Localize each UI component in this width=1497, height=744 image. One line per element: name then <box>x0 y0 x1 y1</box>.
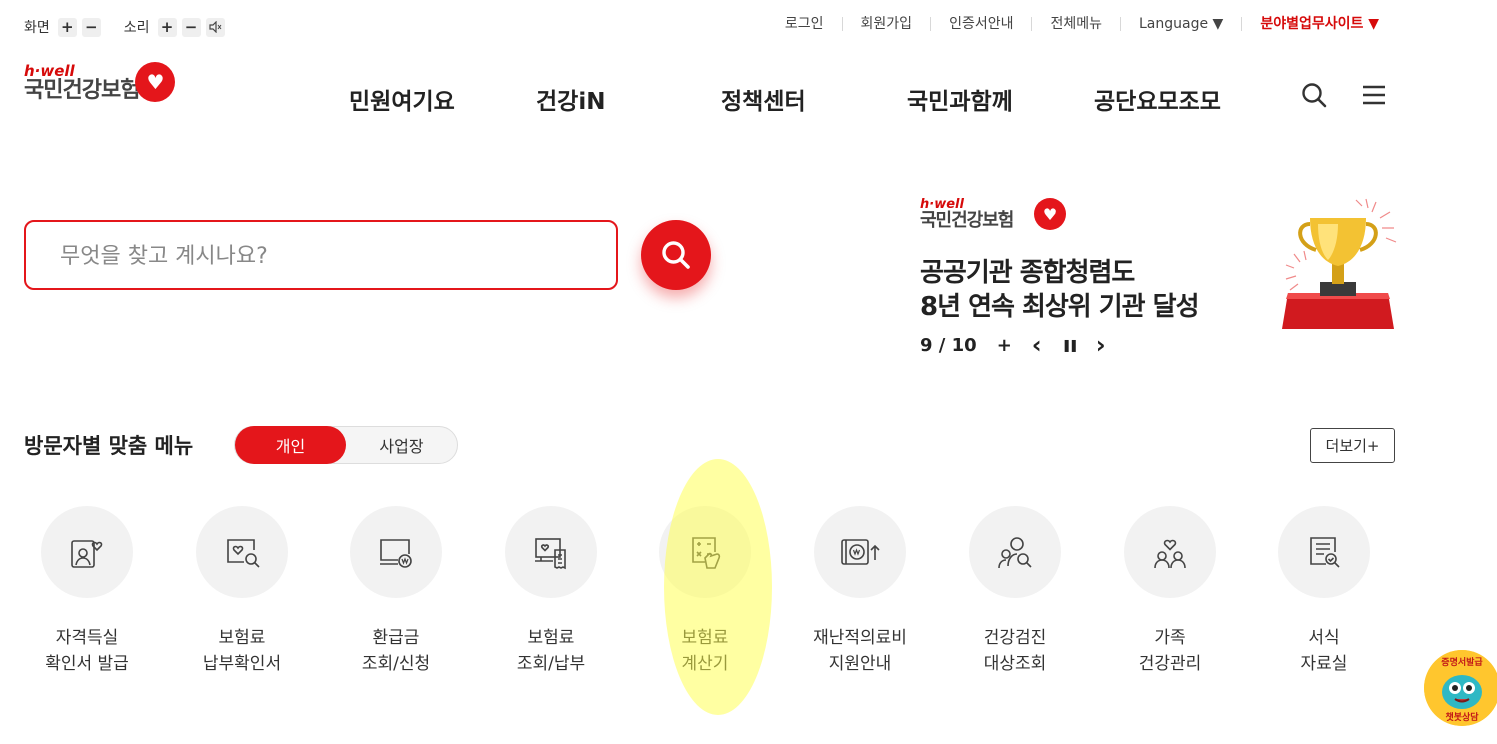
tab-personal[interactable]: 개인 <box>235 426 346 464</box>
quick-menu-family-health[interactable]: 가족건강관리 <box>1095 506 1245 677</box>
quick-menu-catastrophic-medical-support[interactable]: 재난적의료비지원안내 <box>785 506 935 677</box>
banner-plus-button[interactable]: + <box>997 335 1012 356</box>
volume-up-button[interactable]: + <box>157 17 177 37</box>
trophy-icon <box>1276 198 1402 330</box>
screen-zoom-in-button[interactable]: + <box>57 17 77 37</box>
utility-links: 로그인 회원가입 인증서안내 전체메뉴 Language ▼ 분야별업무사이트 … <box>767 17 1397 31</box>
chatbot-bottom-text: 챗봇상담 <box>1445 711 1479 723</box>
screen-size-label: 화면 <box>24 20 50 36</box>
chatbot-top-text: 증명서발급 <box>1441 656 1483 668</box>
volume-down-button[interactable]: − <box>181 17 201 37</box>
won-arrow-up-icon <box>814 506 906 598</box>
quick-menu-label: 서식 <box>1308 628 1340 648</box>
banner-next-button[interactable]: › <box>1096 331 1106 359</box>
quick-menu-label: 환급금 <box>372 628 420 648</box>
site-logo[interactable]: h·well 국민건강보험 ♥ <box>24 62 176 103</box>
quick-menu-label: 계산기 <box>681 654 729 674</box>
speaker-icon[interactable] <box>205 17 225 37</box>
search-box <box>24 220 618 290</box>
heart-logo-icon: ♥ <box>135 62 176 102</box>
logo-tagline: h·well <box>24 62 75 80</box>
quick-menu-label: 지원안내 <box>828 654 892 674</box>
quick-menu-label: 보험료 <box>527 628 575 648</box>
chatbot-character-icon: 증명서발급 챗봇상담 <box>1424 650 1497 726</box>
quick-menu-premium-payment-certificate[interactable]: 보험료납부확인서 <box>167 506 317 677</box>
more-button[interactable]: 더보기+ <box>1310 428 1395 463</box>
quick-menu-label: 납부확인서 <box>202 654 282 674</box>
logo-name: 국민건강보험 <box>24 78 140 103</box>
search-button[interactable] <box>641 220 711 290</box>
language-dropdown[interactable]: Language ▼ <box>1120 17 1241 31</box>
quick-menu-premium-inquiry[interactable]: 보험료조회/납부 <box>476 506 626 677</box>
banner-headline-1: 공공기관 종합청렴도 <box>920 258 1135 288</box>
search-input[interactable] <box>58 222 602 290</box>
promo-banner[interactable]: h·well 국민건강보험 ♥ 공공기관 종합청렴도 8년 연속 최상위 기관 … <box>920 198 1402 359</box>
tab-business[interactable]: 사업장 <box>346 427 457 463</box>
nav-about-nhis[interactable]: 공단요모조모 <box>1094 82 1221 116</box>
screen-zoom-out-button[interactable]: − <box>81 17 101 37</box>
quick-menu-forms-library[interactable]: 서식자료실 <box>1249 506 1399 677</box>
quick-menu-label: 조회/신청 <box>361 654 431 674</box>
quick-menu-label: 조회/납부 <box>516 654 586 674</box>
quick-menu-label: 보험료 <box>218 628 266 648</box>
search-icon[interactable] <box>1299 80 1329 110</box>
people-search-icon <box>969 506 1061 598</box>
field-site-dropdown[interactable]: 분야별업무사이트 ▼ <box>1241 17 1397 31</box>
banner-headline-2: 8년 연속 최상위 기관 달성 <box>920 292 1199 322</box>
search-icon <box>662 241 690 269</box>
quick-menu-label: 가족 <box>1154 628 1186 648</box>
doc-search-heart-icon <box>196 506 288 598</box>
certificate-guide-link[interactable]: 인증서안내 <box>930 17 1031 31</box>
nav-policy-center[interactable]: 정책센터 <box>721 82 806 116</box>
nav-with-people[interactable]: 국민과함께 <box>907 82 1013 116</box>
banner-controls: 9 / 10 + ‹ ❚❚ › <box>920 331 1126 359</box>
quick-menu-label: 대상조회 <box>983 654 1047 674</box>
banner-pause-button[interactable]: ❚❚ <box>1062 338 1079 352</box>
nav-health-in[interactable]: 건강iN <box>536 82 605 116</box>
hamburger-menu-icon[interactable] <box>1359 80 1389 110</box>
document-search-icon <box>1278 506 1370 598</box>
quick-menu-label: 확인서 발급 <box>45 654 129 674</box>
all-menu-link[interactable]: 전체메뉴 <box>1031 17 1120 31</box>
quick-menu-label: 자격득실 <box>55 628 119 648</box>
person-card-heart-icon <box>41 506 133 598</box>
signup-link[interactable]: 회원가입 <box>841 17 931 31</box>
screen-receipt-icon <box>505 506 597 598</box>
quick-menu-premium-calculator[interactable]: 보험료계산기 <box>630 506 780 677</box>
banner-prev-button[interactable]: ‹ <box>1032 331 1042 359</box>
visitor-type-toggle: 개인 사업장 <box>234 426 458 464</box>
quick-menu-health-checkup-target[interactable]: 건강검진대상조회 <box>940 506 1090 677</box>
login-link[interactable]: 로그인 <box>767 17 842 31</box>
quick-menu-label: 건강관리 <box>1138 654 1202 674</box>
calculator-hand-icon <box>659 506 751 598</box>
accessibility-controls: 화면 + − 소리 + − <box>24 17 230 37</box>
quick-menu-refund[interactable]: 환급금조회/신청 <box>321 506 471 677</box>
quick-menu-eligibility-certificate[interactable]: 자격득실확인서 발급 <box>12 506 162 677</box>
banner-logo-name: 국민건강보험 <box>920 210 1014 231</box>
family-heart-icon <box>1124 506 1216 598</box>
monitor-won-icon <box>350 506 442 598</box>
quick-menu-label: 자료실 <box>1300 654 1348 674</box>
quick-menu-label: 건강검진 <box>983 628 1047 648</box>
sound-label: 소리 <box>123 20 150 36</box>
quick-menu-label: 보험료 <box>681 628 729 648</box>
nav-civil-service[interactable]: 민원여기요 <box>349 82 455 116</box>
quick-menu-label: 재난적의료비 <box>813 628 907 648</box>
chatbot-button[interactable]: 증명서발급 챗봇상담 <box>1424 650 1497 726</box>
banner-pager: 9 / 10 <box>920 334 977 356</box>
heart-logo-icon: ♥ <box>1034 198 1066 230</box>
visitor-menu-title: 방문자별 맞춤 메뉴 <box>24 434 194 458</box>
banner-logo: h·well 국민건강보험 <box>920 198 1014 231</box>
